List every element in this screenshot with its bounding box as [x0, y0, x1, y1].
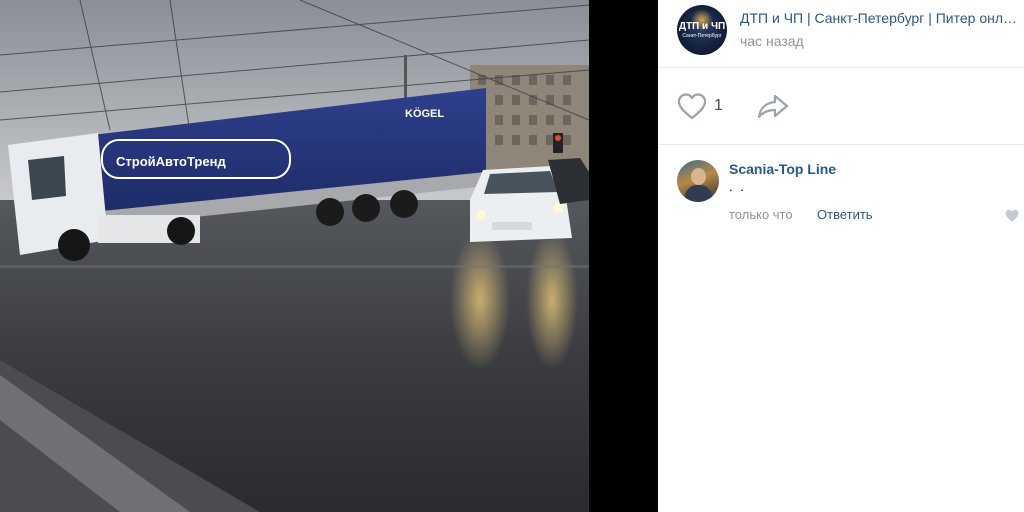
- trailer-company-logo: СтройАвтоТренд: [116, 154, 226, 169]
- share-arrow-icon: [757, 94, 789, 119]
- reply-link[interactable]: Ответить: [817, 207, 873, 222]
- group-name-link[interactable]: ДТП и ЧП | Санкт-Петербург | Питер онлай…: [740, 10, 1020, 26]
- post-photo[interactable]: KÖGEL СтройАвтоТренд: [0, 0, 589, 512]
- avatar-head: [691, 168, 706, 185]
- accident-photo: KÖGEL СтройАвтоТренд: [0, 0, 589, 512]
- like-button[interactable]: 1: [677, 92, 723, 120]
- heart-icon: [677, 93, 707, 120]
- avatar-text: ДТП и ЧП: [678, 21, 726, 32]
- comment-item: Scania-Top Line . . только что Ответить: [658, 145, 1024, 235]
- post-side-panel: ДТП и ЧП Санкт-Петербург ДТП и ЧП | Санк…: [658, 0, 1024, 512]
- photo-viewer: KÖGEL СтройАвтоТренд: [0, 0, 658, 512]
- comment-like-button[interactable]: [1005, 209, 1019, 222]
- post-actions: 1: [658, 68, 1024, 145]
- avatar-body: [685, 185, 712, 202]
- comment-author-link[interactable]: Scania-Top Line: [729, 161, 836, 177]
- like-count: 1: [714, 97, 723, 114]
- commenter-avatar[interactable]: [677, 160, 719, 202]
- group-avatar[interactable]: ДТП и ЧП Санкт-Петербург: [677, 5, 727, 55]
- trailer-brand: KÖGEL: [405, 107, 444, 120]
- avatar-subtext: Санкт-Петербург: [682, 33, 722, 39]
- share-button[interactable]: [757, 93, 789, 119]
- post-header: ДТП и ЧП Санкт-Петербург ДТП и ЧП | Санк…: [658, 0, 1024, 68]
- post-timestamp[interactable]: час назад: [740, 33, 804, 49]
- heart-icon: [1005, 209, 1019, 222]
- comment-text: . .: [729, 179, 746, 194]
- comment-timestamp[interactable]: только что: [729, 207, 793, 222]
